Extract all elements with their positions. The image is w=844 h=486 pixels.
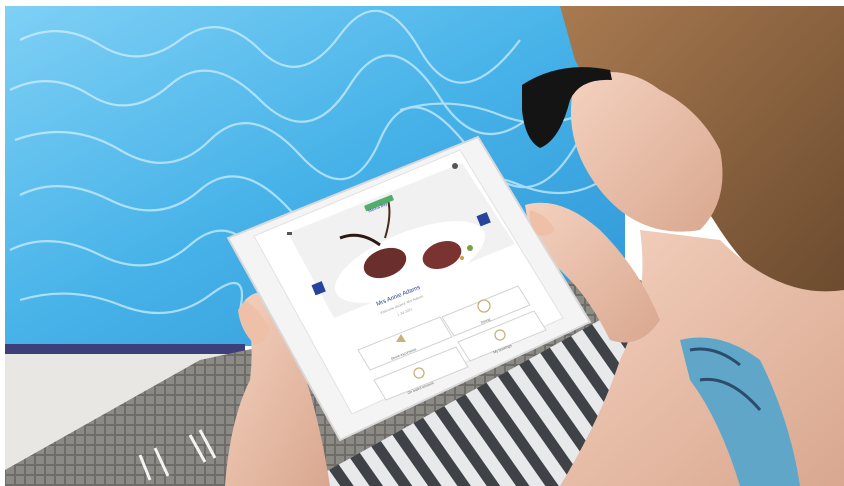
- photo-scene: Marina Bay Mrs Annie Adams Welcome aboar…: [0, 0, 844, 486]
- pool-edge: [5, 344, 245, 354]
- user-icon[interactable]: [452, 163, 458, 169]
- menu-icon[interactable]: [287, 232, 292, 235]
